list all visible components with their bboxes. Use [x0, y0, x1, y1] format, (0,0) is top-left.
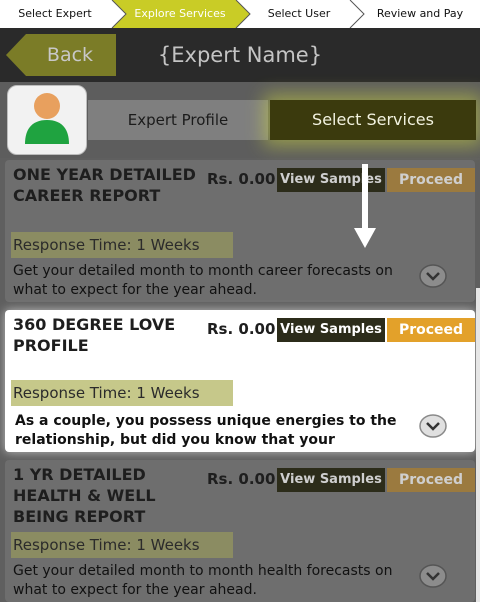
tab-select-services[interactable]: Select Services	[270, 100, 476, 140]
service-price: Rs. 0.00	[207, 470, 276, 488]
service-card: 1 YR DETAILED HEALTH & WELL BEING REPORT…	[5, 460, 475, 602]
avatar-icon	[25, 93, 69, 144]
step-select-user[interactable]: Select User	[244, 0, 354, 28]
view-samples-button[interactable]: View Samples	[277, 468, 385, 492]
service-card: ONE YEAR DETAILED CAREER REPORT Rs. 0.00…	[5, 160, 475, 302]
service-description: Get your detailed month to month career …	[13, 263, 393, 298]
chevron-down-icon[interactable]	[419, 264, 447, 288]
chevron-down-icon[interactable]	[419, 564, 447, 588]
service-description: As a couple, you possess unique energies…	[15, 413, 397, 448]
proceed-button[interactable]: Proceed	[387, 468, 475, 492]
view-samples-button[interactable]: View Samples	[277, 318, 385, 342]
back-button[interactable]: Back	[6, 34, 116, 76]
response-time-badge: Response Time: 1 Weeks	[11, 532, 233, 558]
scrollbar[interactable]	[476, 288, 480, 602]
step-review-and-pay[interactable]: Review and Pay	[360, 0, 480, 28]
proceed-button[interactable]: Proceed	[387, 318, 475, 342]
tab-expert-profile[interactable]: Expert Profile	[88, 100, 268, 140]
down-arrow-icon	[354, 164, 376, 248]
service-title: ONE YEAR DETAILED CAREER REPORT	[13, 165, 196, 205]
step-explore-services[interactable]: Explore Services	[118, 0, 242, 28]
proceed-button[interactable]: Proceed	[387, 168, 475, 192]
service-title: 1 YR DETAILED HEALTH & WELL BEING REPORT	[13, 465, 156, 526]
service-card: 360 DEGREE LOVE PROFILE Rs. 0.00 View Sa…	[5, 310, 475, 452]
expert-avatar[interactable]	[7, 85, 87, 155]
step-select-expert[interactable]: Select Expert	[0, 0, 110, 28]
chevron-down-icon[interactable]	[419, 414, 447, 438]
service-description: Get your detailed month to month health …	[13, 563, 393, 598]
page-title: {Expert Name}	[157, 43, 323, 67]
step-breadcrumb: Select Expert Explore Services Select Us…	[0, 0, 480, 28]
response-time-badge: Response Time: 1 Weeks	[11, 380, 233, 406]
response-time-badge: Response Time: 1 Weeks	[11, 232, 233, 258]
service-price: Rs. 0.00	[207, 320, 276, 338]
back-button-label: Back	[46, 44, 94, 66]
service-price: Rs. 0.00	[207, 170, 276, 188]
service-title: 360 DEGREE LOVE PROFILE	[13, 315, 176, 355]
